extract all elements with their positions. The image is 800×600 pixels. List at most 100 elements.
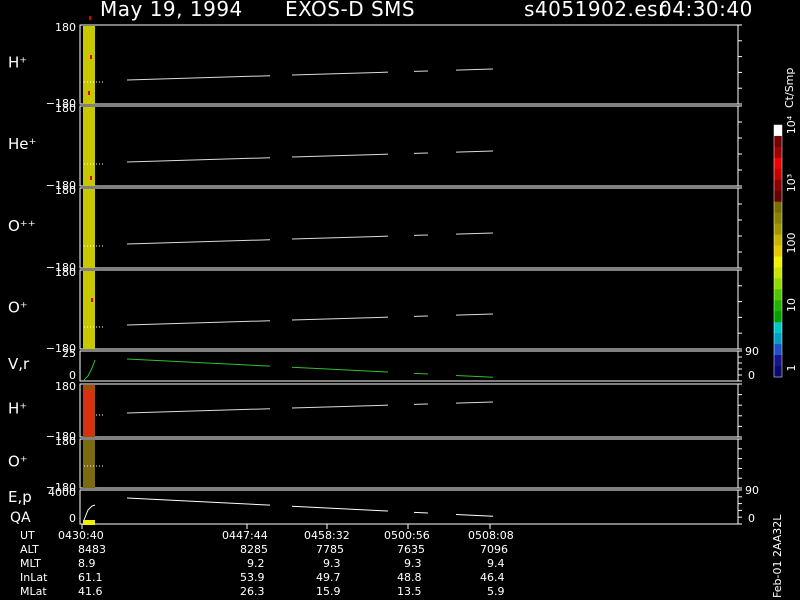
panel-ymax-7: 4000	[48, 486, 76, 499]
colorbar-cell-22	[774, 366, 782, 378]
colorbar-cell-6	[774, 190, 782, 203]
panel-ymax-4: 25	[62, 347, 76, 360]
panel-label-1: He⁺	[8, 135, 36, 153]
ut-value-3: 0500:56	[384, 529, 430, 542]
colorbar-cell-19	[774, 333, 782, 345]
colorbar-cell-7	[774, 201, 782, 214]
colorbar-cell-5	[774, 179, 782, 192]
mlat-value-1: 26.3	[240, 585, 265, 598]
panel-trace-3-0	[126, 320, 271, 326]
panel-trace-0-3	[455, 68, 494, 71]
ut-value-0: 0430:40	[58, 529, 104, 542]
plot-date: May 19, 1994	[100, 0, 243, 21]
panel-right-bottom-7: 0	[748, 512, 755, 525]
colorbar-cell-18	[774, 322, 782, 334]
inlat-value-2: 49.7	[316, 571, 341, 584]
colorbar-cell-11	[774, 245, 782, 257]
mlt-value-4: 9.4	[487, 557, 505, 570]
data-spot-4	[91, 298, 93, 302]
ephemeris-table: UT 0430:40 0447:44 0458:32 0500:56 0508:…	[0, 529, 760, 600]
mlat-value-4: 5.9	[487, 585, 505, 598]
panel-right-top-4: 90	[745, 345, 759, 358]
ut-value-2: 0458:32	[304, 529, 350, 542]
alt-value-4: 7096	[480, 543, 508, 556]
row-label-alt: ALT	[20, 543, 39, 556]
panel-trace-0-0	[126, 75, 271, 81]
colorbar-cell-15	[774, 289, 782, 301]
panel-frame-2	[79, 187, 739, 269]
panel-data-column-6	[83, 440, 95, 488]
panel-ymax-2: 180	[55, 184, 76, 197]
row-label-mlat: MLat	[20, 585, 47, 598]
colorbar-cell-16	[774, 300, 782, 312]
file-name: s4051902.esr	[524, 0, 667, 21]
alt-value-2: 7785	[316, 543, 344, 556]
data-spot-3	[90, 176, 92, 180]
mlt-value-0: 8.9	[78, 557, 96, 570]
ut-value-1: 0447:44	[222, 529, 268, 542]
panel-frame-4	[79, 350, 739, 382]
data-spot-0	[89, 16, 91, 20]
panel-frame-5	[79, 383, 739, 438]
h-plus-red-band	[84, 390, 94, 436]
panel-trace-7-1	[291, 505, 389, 512]
panel-trace-5-1	[291, 404, 389, 409]
panel-trace-2-3	[455, 232, 494, 235]
panel-trace-4-1	[291, 366, 389, 373]
alt-value-1: 8285	[240, 543, 268, 556]
panel-right-bottom-4: 0	[748, 369, 755, 382]
colorbar-tick-2: 100	[785, 233, 798, 254]
colorbar-cell-21	[774, 355, 782, 367]
panel-label-3: O⁺	[8, 299, 28, 317]
colorbar-cell-0	[774, 125, 782, 137]
panel-frame-1	[79, 105, 739, 187]
panel-label-4: V,r	[8, 355, 30, 373]
panel-trace-3-3	[455, 313, 494, 316]
colorbar-tick-4: 10⁴	[785, 115, 798, 134]
sms-plot: H⁺180−180He⁺180−180O⁺⁺180−180O⁺180−180V,…	[8, 16, 798, 529]
panel-trace-1-3	[455, 150, 494, 153]
panel-trace-4-2	[413, 372, 429, 375]
version-label: Feb-01 2AA32L	[771, 514, 784, 598]
inlat-value-4: 46.4	[480, 571, 505, 584]
panel-data-column-2	[83, 189, 95, 268]
panel-label-6: O⁺	[8, 453, 28, 471]
panel-frame-3	[79, 269, 739, 350]
inlat-value-0: 61.1	[78, 571, 103, 584]
inlat-value-3: 48.8	[397, 571, 422, 584]
panel-ymax-1: 180	[55, 102, 76, 115]
panel-trace-7-0	[126, 497, 271, 506]
mlt-value-2: 9.3	[323, 557, 341, 570]
panel-trace-0-1	[291, 71, 389, 76]
alt-value-3: 7635	[397, 543, 425, 556]
colorbar-cell-3	[774, 157, 782, 170]
colorbar-tick-0: 1	[785, 365, 798, 372]
mlat-value-0: 41.6	[78, 585, 103, 598]
colorbar-cell-10	[774, 234, 782, 247]
panel-data-column-1	[83, 107, 95, 186]
colorbar-cell-12	[774, 256, 782, 268]
panel-label2-7: QA	[10, 510, 31, 526]
colorbar-tick-3: 10³	[785, 174, 798, 192]
qa-bar	[83, 520, 95, 525]
panel-right-top-7: 90	[745, 484, 759, 497]
panel-data-column-3	[83, 271, 95, 349]
start-time: 04:30:40	[659, 0, 753, 21]
colorbar-cell-9	[774, 223, 782, 236]
panel-ymax-0: 180	[55, 21, 76, 34]
row-label-inlat: InLat	[20, 571, 48, 584]
panel-label-7: E,p	[8, 488, 32, 506]
alt-value-0: 8483	[78, 543, 106, 556]
panel-frame-7	[79, 489, 739, 525]
panel-frame-0	[79, 24, 739, 105]
instrument-name: EXOS-D SMS	[285, 0, 416, 21]
panel-ymax-6: 180	[55, 435, 76, 448]
panel-label-2: O⁺⁺	[8, 217, 36, 235]
colorbar-unit: Ct/Smp	[783, 67, 796, 108]
panel-trace-2-0	[126, 239, 271, 245]
colorbar-cell-2	[774, 146, 782, 159]
row-label-mlt: MLT	[20, 557, 41, 570]
inlat-value-1: 53.9	[240, 571, 265, 584]
panel-trace-7-2	[413, 511, 429, 514]
panel-ymax-5: 180	[55, 380, 76, 393]
